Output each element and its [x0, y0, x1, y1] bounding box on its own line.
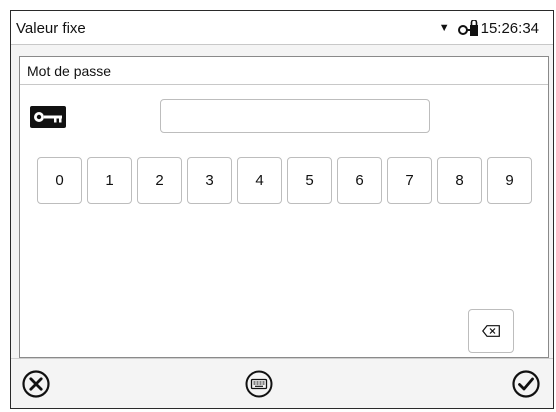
keypad-key-8[interactable]: 8 [437, 157, 482, 204]
keypad-key-1[interactable]: 1 [87, 157, 132, 204]
close-circle-icon [22, 370, 50, 398]
password-input[interactable] [160, 99, 430, 133]
keypad-key-6[interactable]: 6 [337, 157, 382, 204]
window-frame: Valeur fixe ▼ 15:26:34 Mot de passe 0123… [10, 10, 554, 409]
keypad-key-7[interactable]: 7 [387, 157, 432, 204]
key-lock-icon [457, 20, 478, 36]
cancel-button[interactable] [20, 368, 52, 400]
keyboard-button[interactable] [243, 368, 275, 400]
status-area: ▼ 15:26:34 [439, 19, 539, 37]
keypad-key-5[interactable]: 5 [287, 157, 332, 204]
keypad-key-3[interactable]: 3 [187, 157, 232, 204]
keyboard-icon [245, 370, 273, 398]
keypad-key-9[interactable]: 9 [487, 157, 532, 204]
backspace-button[interactable] [468, 309, 514, 353]
title-bar: Valeur fixe ▼ 15:26:34 [11, 11, 553, 45]
key-icon [30, 106, 66, 128]
check-circle-icon [512, 370, 540, 398]
caret-down-icon[interactable]: ▼ [439, 22, 450, 34]
confirm-button[interactable] [510, 368, 542, 400]
keypad-key-4[interactable]: 4 [237, 157, 282, 204]
dialog-title: Mot de passe [27, 63, 112, 79]
password-dialog: Mot de passe 0123456789 [19, 56, 549, 358]
keypad-key-0[interactable]: 0 [37, 157, 82, 204]
backspace-icon [482, 325, 500, 337]
dialog-header: Mot de passe [20, 57, 548, 85]
bottom-bar [11, 358, 553, 408]
screen-title: Valeur fixe [16, 20, 86, 37]
clock-time: 15:26:34 [480, 19, 539, 37]
keypad-key-2[interactable]: 2 [137, 157, 182, 204]
